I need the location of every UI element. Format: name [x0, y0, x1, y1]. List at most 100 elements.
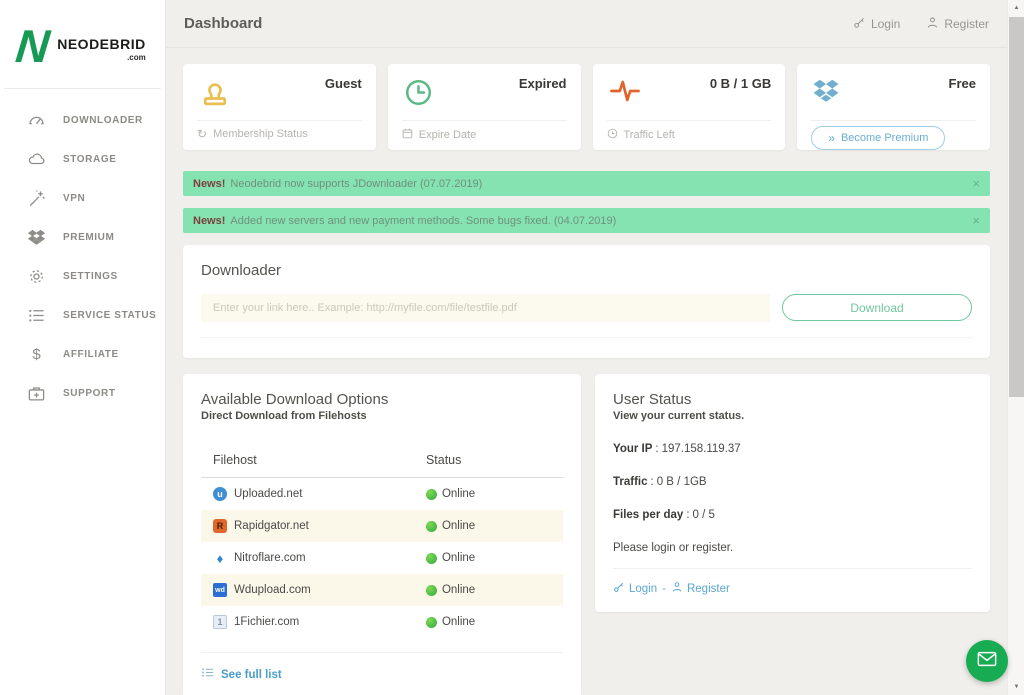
scroll-down-arrow[interactable]: ▼	[1008, 679, 1024, 695]
pulse-icon	[607, 76, 643, 111]
sidebar-item-support[interactable]: SUPPORT	[0, 374, 165, 413]
field-label: Traffic	[613, 476, 648, 488]
topbar: Dashboard Login Register	[166, 0, 1007, 48]
col-filehost: Filehost	[213, 453, 426, 467]
online-status-icon	[426, 617, 437, 628]
page-scrollbar[interactable]: ▲ ▼	[1007, 0, 1024, 695]
sidebar-item-downloader[interactable]: DOWNLOADER	[0, 101, 165, 140]
brand-text: Neodebrid .com	[57, 36, 146, 62]
register-link[interactable]: Register	[671, 581, 730, 596]
news-prefix: News!	[193, 178, 225, 190]
sidebar-item-affiliate[interactable]: $ AFFILIATE	[0, 335, 165, 374]
topbar-links: Login Register	[853, 16, 989, 32]
field-value: 197.158.119.37	[662, 443, 741, 455]
options-title: Available Download Options	[201, 391, 563, 408]
clock-small-icon	[607, 128, 618, 142]
field-value: 0 B / 1GB	[657, 476, 707, 488]
status-badge: Online	[442, 488, 475, 500]
card-divider	[402, 120, 567, 121]
card-divider	[811, 120, 976, 121]
filehost-table: Filehost Status uUploaded.net Online R Ra…	[201, 444, 563, 638]
chat-button[interactable]	[966, 640, 1008, 682]
sidebar-item-label: SETTINGS	[63, 271, 118, 282]
register-label: Register	[944, 17, 989, 31]
divider	[613, 568, 972, 569]
person-icon	[926, 16, 939, 32]
options-subtitle: Direct Download from Filehosts	[201, 410, 563, 422]
register-link[interactable]: Register	[926, 16, 989, 32]
membership-label: Membership Status	[213, 128, 308, 140]
sidebar-nav: DOWNLOADER STORAGE VPN PREMIUM	[0, 101, 165, 413]
user-status-links: Login - Register	[613, 581, 972, 596]
status-badge: Online	[442, 552, 475, 564]
sidebar-item-vpn[interactable]: VPN	[0, 179, 165, 218]
gear-icon	[27, 267, 46, 286]
files-per-day-field: Files per day:0 / 5	[613, 509, 972, 521]
login-note: Please login or register.	[613, 542, 972, 554]
wand-icon	[27, 189, 46, 208]
sidebar-item-storage[interactable]: STORAGE	[0, 140, 165, 179]
sidebar-item-label: PREMIUM	[63, 232, 114, 243]
login-label: Login	[871, 17, 900, 31]
become-premium-button[interactable]: » Become Premium	[811, 126, 945, 150]
sidebar-item-label: VPN	[63, 193, 85, 204]
login-link[interactable]: Login	[613, 581, 657, 596]
sidebar-item-label: SERVICE STATUS	[63, 310, 156, 321]
traffic-value: 0 B / 1 GB	[710, 76, 771, 91]
dollar-icon: $	[27, 345, 46, 364]
table-row[interactable]: RRapidgator.net Online	[201, 510, 563, 542]
expire-label: Expire Date	[419, 129, 476, 141]
sidebar-item-label: AFFILIATE	[63, 349, 119, 360]
rapidgator-icon: R	[213, 519, 227, 533]
login-link[interactable]: Login	[853, 16, 900, 32]
scrollbar-thumb[interactable]	[1009, 17, 1024, 397]
download-button[interactable]: Download	[782, 294, 972, 321]
status-badge: Online	[442, 584, 475, 596]
status-badge: Online	[442, 616, 475, 628]
login-label: Login	[629, 583, 657, 595]
online-status-icon	[426, 585, 437, 596]
filehost-name: Rapidgator.net	[234, 520, 309, 532]
sidebar-divider	[4, 88, 161, 89]
close-icon[interactable]: ×	[972, 176, 980, 191]
sidebar-item-service-status[interactable]: SERVICE STATUS	[0, 296, 165, 335]
close-icon[interactable]: ×	[972, 213, 980, 228]
gauge-icon	[27, 111, 46, 130]
list-icon	[27, 306, 46, 325]
refresh-icon: ↻	[197, 128, 207, 140]
sidebar-item-label: STORAGE	[63, 154, 116, 165]
brand-logo[interactable]: N Neodebrid .com	[0, 0, 165, 88]
online-status-icon	[426, 553, 437, 564]
table-row[interactable]: uUploaded.net Online	[201, 478, 563, 510]
calendar-icon	[402, 128, 413, 142]
link-input[interactable]	[201, 294, 770, 322]
sidebar-item-premium[interactable]: PREMIUM	[0, 218, 165, 257]
double-chevron-icon: »	[828, 131, 835, 145]
brand-n-icon: N	[14, 23, 52, 69]
dropbox-icon	[811, 76, 841, 111]
sidebar-item-settings[interactable]: SETTINGS	[0, 257, 165, 296]
user-status-title: User Status	[613, 391, 972, 408]
see-full-list-link[interactable]: See full list	[221, 669, 282, 681]
online-status-icon	[426, 521, 437, 532]
card-divider	[197, 120, 362, 121]
expire-card: Expired Expire Date	[388, 64, 581, 150]
key-icon	[613, 581, 625, 596]
membership-label-row: ↻ Membership Status	[197, 128, 362, 140]
table-row[interactable]: wdWdupload.com Online	[201, 574, 563, 606]
filehost-name: Nitroflare.com	[234, 552, 306, 564]
table-row[interactable]: 11Fichier.com Online	[201, 606, 563, 638]
clock-icon	[402, 76, 435, 114]
card-divider	[607, 120, 772, 121]
filehost-name: Wdupload.com	[234, 584, 311, 596]
table-row[interactable]: ♦Nitroflare.com Online	[201, 542, 563, 574]
downloader-title: Downloader	[201, 262, 972, 279]
register-label: Register	[687, 583, 730, 595]
col-status: Status	[426, 453, 551, 467]
scroll-up-arrow[interactable]: ▲	[1008, 0, 1024, 16]
news-banner: News! Added new servers and new payment …	[183, 208, 990, 233]
online-status-icon	[426, 489, 437, 500]
sidebar-item-label: SUPPORT	[63, 388, 116, 399]
traffic-card: 0 B / 1 GB Traffic Left	[593, 64, 786, 150]
key-icon	[853, 16, 866, 32]
